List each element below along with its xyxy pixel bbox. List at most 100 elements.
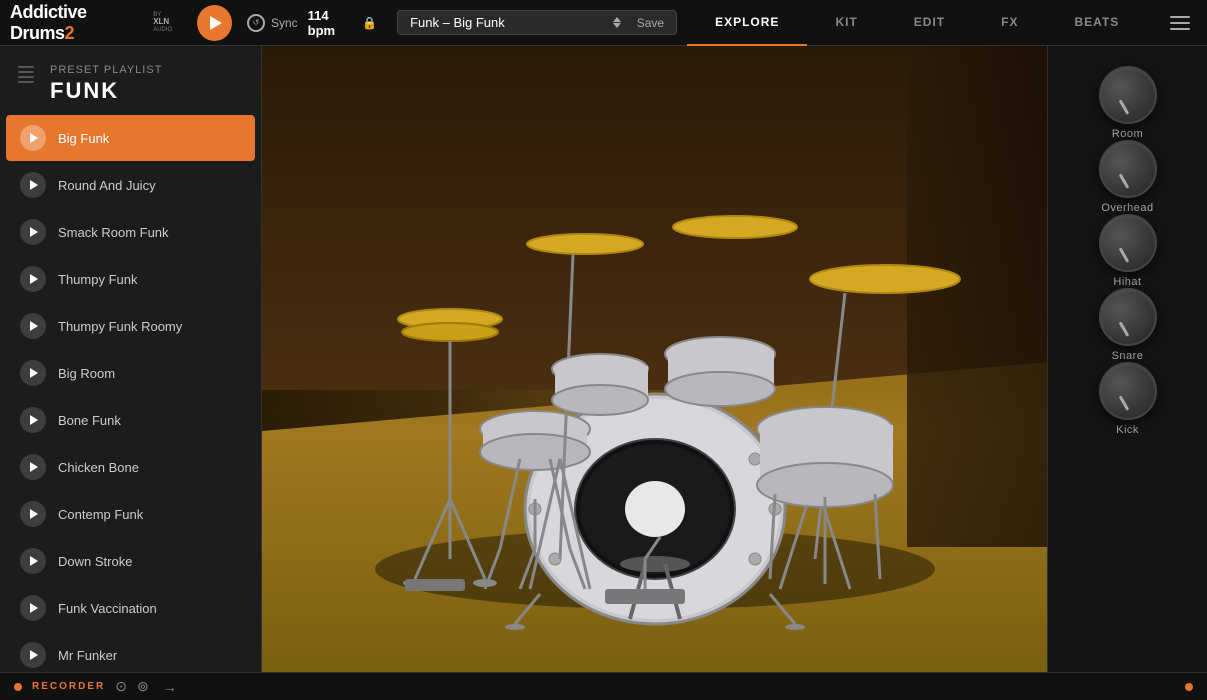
playlist-item[interactable]: Thumpy Funk (6, 256, 255, 302)
recorder-loop-icon[interactable]: ⊙ (115, 678, 127, 695)
knob-label-snare: Snare (1112, 350, 1144, 362)
play-triangle-icon (30, 321, 38, 331)
play-circle-icon (20, 125, 46, 151)
save-button[interactable]: Save (637, 16, 664, 30)
knob-hihat[interactable] (1099, 214, 1157, 272)
tab-edit[interactable]: EDIT (886, 0, 973, 46)
playlist-item[interactable]: Big Room (6, 350, 255, 396)
playlist-item[interactable]: Thumpy Funk Roomy (6, 303, 255, 349)
play-circle-icon (20, 172, 46, 198)
recorder-dot (14, 683, 22, 691)
playlist-item-name: Big Funk (58, 131, 109, 146)
tab-fx[interactable]: FX (973, 0, 1046, 46)
play-triangle-icon (30, 556, 38, 566)
playlist-header: Preset playlist FUNK (0, 46, 261, 114)
drum-area (262, 46, 1047, 672)
playlist-item-name: Smack Room Funk (58, 225, 169, 240)
preset-arrows[interactable] (613, 17, 621, 28)
playlist-label: Preset playlist (50, 64, 243, 76)
play-circle-icon (20, 360, 46, 386)
playlist-item[interactable]: Big Funk (6, 115, 255, 161)
knob-group-snare: Snare (1099, 288, 1157, 362)
play-triangle-icon (30, 462, 38, 472)
play-triangle-icon (30, 650, 38, 660)
bpm-value: 114 bpm (308, 8, 358, 38)
menu-line (1170, 22, 1190, 24)
knob-group-overhead: Overhead (1099, 140, 1157, 214)
play-circle-icon (20, 595, 46, 621)
knob-group-kick: Kick (1099, 362, 1157, 436)
playlist-item[interactable]: Down Stroke (6, 538, 255, 584)
preset-selector[interactable]: Funk – Big Funk Save (397, 10, 677, 35)
knob-label-room: Room (1112, 128, 1143, 140)
knob-label-hihat: Hihat (1113, 276, 1141, 288)
play-triangle-icon (30, 180, 38, 190)
playlist-item-name: Contemp Funk (58, 507, 143, 522)
nav-tabs: EXPLORE KIT EDIT FX BEATS (687, 0, 1147, 46)
recorder-label: RECORDER (32, 681, 105, 692)
sync-control[interactable]: ↺ Sync (247, 14, 298, 32)
recorder-forward-icon[interactable]: → (163, 679, 177, 695)
recorder-bar: RECORDER ⊙ ⊚ → (0, 672, 1207, 700)
lock-icon: 🔒 (362, 16, 377, 30)
play-button[interactable] (197, 5, 232, 41)
play-circle-icon (20, 313, 46, 339)
playlist-item[interactable]: Bone Funk (6, 397, 255, 443)
play-circle-icon (20, 642, 46, 668)
playlist-item-name: Thumpy Funk Roomy (58, 319, 182, 334)
play-triangle-icon (30, 509, 38, 519)
play-circle-icon (20, 219, 46, 245)
play-triangle-icon (30, 227, 38, 237)
knob-kick[interactable] (1099, 362, 1157, 420)
tab-explore[interactable]: EXPLORE (687, 0, 807, 46)
playlist-item[interactable]: Round And Juicy (6, 162, 255, 208)
publisher-info: BY XLN AUDIO (153, 12, 172, 34)
menu-line (1170, 16, 1190, 18)
playlist-item-name: Funk Vaccination (58, 601, 157, 616)
knob-snare[interactable] (1099, 288, 1157, 346)
sync-icon: ↺ (247, 14, 265, 32)
playlist-item-name: Round And Juicy (58, 178, 156, 193)
volume-indicator (1185, 683, 1193, 691)
playlist-item[interactable]: Mr Funker (6, 632, 255, 672)
tab-kit[interactable]: KIT (807, 0, 885, 46)
knob-label-kick: Kick (1116, 424, 1139, 436)
playlist-item-name: Thumpy Funk (58, 272, 137, 287)
playlist-item-name: Chicken Bone (58, 460, 139, 475)
play-triangle-icon (30, 274, 38, 284)
tab-beats[interactable]: BEATS (1046, 0, 1147, 46)
play-triangle-icon (30, 415, 38, 425)
play-triangle-icon (30, 368, 38, 378)
knob-room[interactable] (1099, 66, 1157, 124)
playlist-item[interactable]: Smack Room Funk (6, 209, 255, 255)
knob-group-hihat: Hihat (1099, 214, 1157, 288)
playlist-item-name: Down Stroke (58, 554, 132, 569)
drum-kit-image (262, 46, 1047, 672)
knob-overhead[interactable] (1099, 140, 1157, 198)
play-triangle-icon (30, 133, 38, 143)
app-logo: Addictive Drums2 BY XLN AUDIO (10, 2, 172, 44)
sidebar-grip (18, 66, 34, 83)
app-name: Addictive Drums2 (10, 2, 149, 44)
play-circle-icon (20, 407, 46, 433)
playlist-item[interactable]: Funk Vaccination (6, 585, 255, 631)
play-circle-icon (20, 548, 46, 574)
playlist-item-name: Big Room (58, 366, 115, 381)
bpm-control[interactable]: 114 bpm 🔒 (308, 8, 377, 38)
main-content: Preset playlist FUNK Big Funk Round And … (0, 46, 1207, 672)
arrow-down-icon (613, 23, 621, 28)
knob-group-room: Room (1099, 66, 1157, 140)
recorder-bounce-icon[interactable]: ⊚ (137, 678, 149, 695)
menu-button[interactable] (1162, 5, 1197, 41)
playlist-list: Big Funk Round And Juicy Smack Room Funk… (0, 115, 261, 672)
knob-label-overhead: Overhead (1101, 202, 1153, 214)
playlist-item[interactable]: Contemp Funk (6, 491, 255, 537)
top-navigation: Addictive Drums2 BY XLN AUDIO ↺ Sync 114… (0, 0, 1207, 46)
playlist-title: FUNK (50, 78, 243, 104)
preset-name: Funk – Big Funk (410, 15, 505, 30)
playlist-item[interactable]: Chicken Bone (6, 444, 255, 490)
playlist-item-name: Bone Funk (58, 413, 121, 428)
playlist-item-name: Mr Funker (58, 648, 117, 663)
sync-label: Sync (271, 16, 298, 30)
right-panel: Room Overhead Hihat Snare Kick (1047, 46, 1207, 672)
